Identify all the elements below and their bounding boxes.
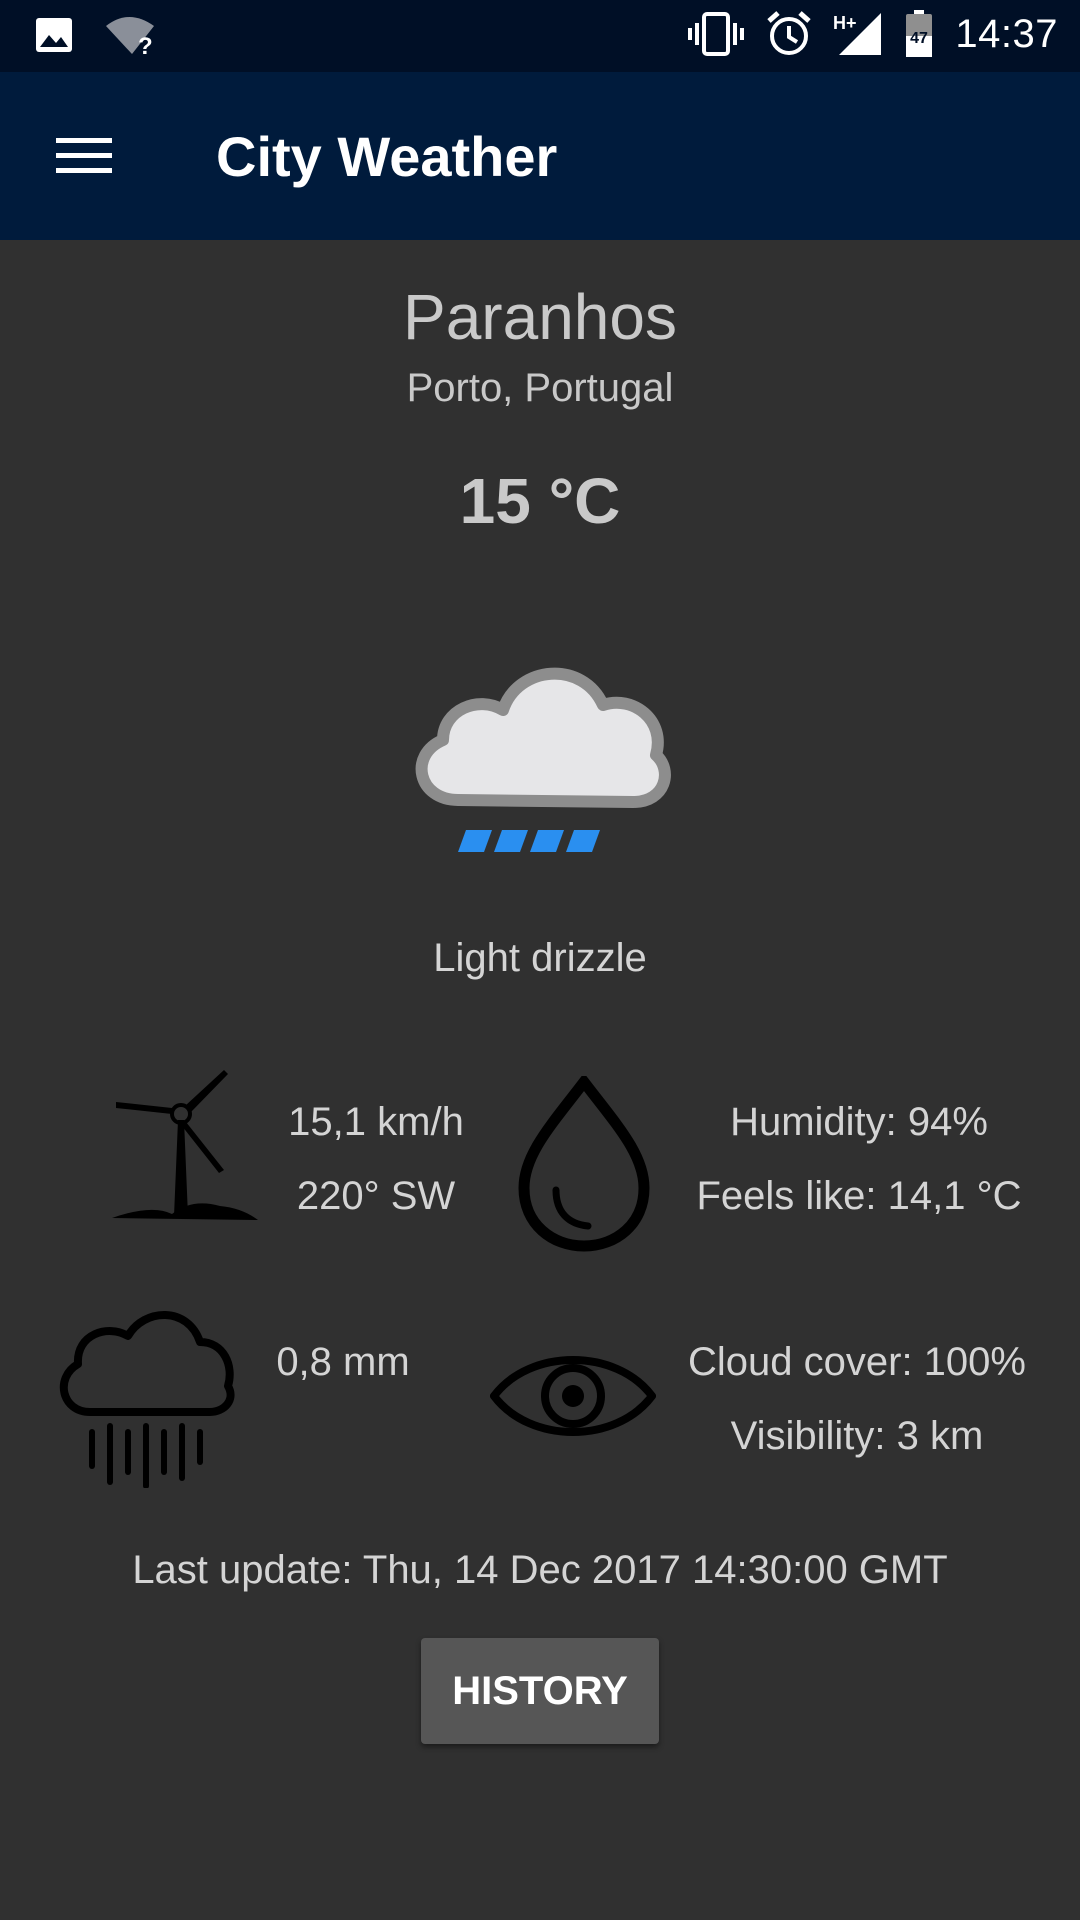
wind-speed: 15,1 km/h [288,1100,464,1144]
hamburger-menu-icon [56,138,112,173]
wind-direction: 220° SW [296,1174,456,1218]
humidity: Humidity: 94% [730,1100,988,1144]
status-bar: ? H+ 47 14:37 [0,0,1080,72]
wifi-unknown-icon: ? [106,17,154,58]
city-name: Paranhos [403,281,677,353]
last-update: Last update: Thu, 14 Dec 2017 14:30:00 G… [132,1548,948,1592]
water-drop-icon [518,1076,650,1252]
eye-icon [490,1356,656,1436]
app-title: City Weather [216,125,558,188]
vibrate-icon [688,12,745,56]
image-icon [36,18,72,52]
network-type-label: H+ [833,13,857,33]
precipitation: 0,8 mm [276,1340,410,1384]
menu-button[interactable] [40,118,128,194]
feels-like: Feels like: 14,1 °C [696,1174,1022,1218]
condition-label: Light drizzle [433,936,647,980]
cloud-drizzle-icon [415,667,671,852]
signal-icon: H+ [833,13,882,55]
cloud-cover: Cloud cover: 100% [688,1340,1026,1384]
app-bar: City Weather [0,72,1080,240]
rain-cloud-icon [59,1311,235,1488]
battery-icon: 47 [906,10,933,57]
temperature: 15 °C [459,465,621,537]
status-time: 14:37 [955,11,1058,56]
status-left-icons: ? [34,14,158,58]
svg-text:?: ? [138,33,153,58]
alarm-icon [767,11,812,55]
battery-level: 47 [910,30,928,47]
visibility: Visibility: 3 km [730,1414,984,1458]
city-region: Porto, Portugal [406,366,674,410]
weather-content: Paranhos Porto, Portugal 15 °C Light dri… [0,240,1080,1920]
history-button[interactable]: HISTORY [421,1638,659,1744]
wind-turbine-icon [112,1070,258,1220]
status-right-icons: H+ 47 14:37 [687,10,1058,58]
